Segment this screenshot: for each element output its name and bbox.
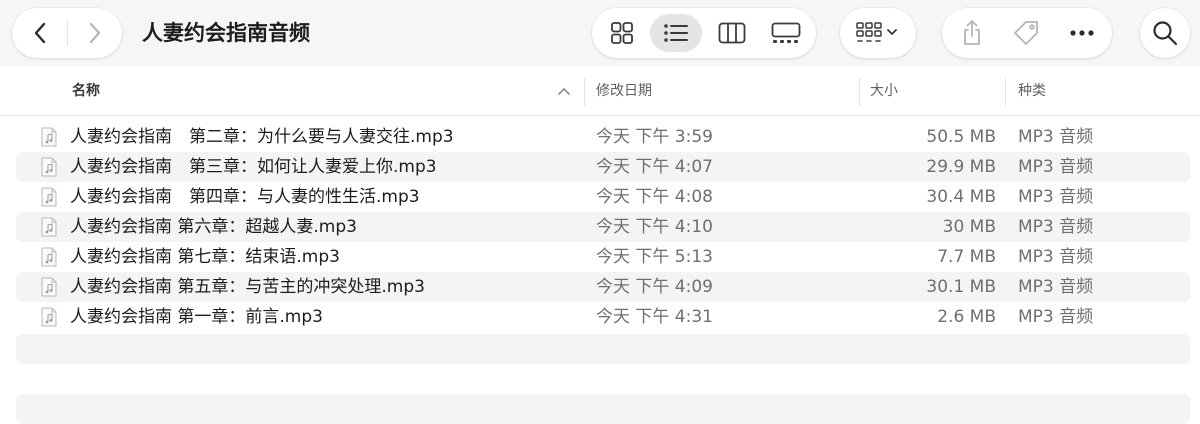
file-row[interactable]: 人妻约会指南 第四章：与人妻的性生活.mp3 今天 下午 4:08 30.4 M… [16, 182, 1190, 212]
tag-icon [1014, 21, 1038, 45]
column-date-header[interactable]: 修改日期 [596, 66, 846, 116]
navigation-controls [12, 8, 122, 58]
column-divider[interactable] [1005, 78, 1006, 106]
action-controls [942, 8, 1112, 58]
more-button[interactable] [1054, 8, 1110, 58]
list-view-button[interactable] [650, 14, 702, 52]
audio-file-icon [41, 247, 57, 267]
file-date: 今天 下午 4:10 [596, 217, 713, 237]
file-name: 人妻约会指南 第一章：前言.mp3 [70, 307, 323, 327]
file-size: 50.5 MB [926, 127, 996, 147]
sort-ascending-icon[interactable] [556, 84, 572, 98]
column-view-button[interactable] [706, 14, 758, 52]
column-name-header[interactable]: 名称 [72, 66, 572, 116]
toolbar: 人妻约会指南音频 [0, 0, 1200, 66]
finder-window: 人妻约会指南音频 名称 修改日期 大小 种类 人妻约会指南 第二章：为什么要与人… [0, 0, 1200, 424]
file-row[interactable]: 人妻约会指南 第七章：结束语.mp3 今天 下午 5:13 7.7 MB MP3… [16, 242, 1190, 272]
gallery-view-icon [771, 22, 801, 43]
file-name: 人妻约会指南 第四章：与人妻的性生活.mp3 [70, 187, 420, 207]
audio-file-icon [41, 307, 57, 327]
file-row[interactable]: 人妻约会指南 第三章：如何让人妻爱上你.mp3 今天 下午 4:07 29.9 … [16, 152, 1190, 182]
file-row[interactable]: 人妻约会指南 第二章：为什么要与人妻交往.mp3 今天 下午 3:59 50.5… [16, 122, 1190, 152]
file-size: 30.4 MB [926, 187, 996, 207]
file-name: 人妻约会指南 第七章：结束语.mp3 [70, 247, 340, 267]
file-kind: MP3 音频 [1018, 247, 1094, 267]
column-divider[interactable] [859, 78, 860, 106]
column-header: 名称 修改日期 大小 种类 [0, 66, 1200, 116]
file-name: 人妻约会指南 第二章：为什么要与人妻交往.mp3 [70, 127, 454, 147]
search-icon [1153, 21, 1178, 46]
list-view-icon [664, 24, 688, 42]
file-date: 今天 下午 4:09 [596, 277, 713, 297]
tag-button[interactable] [998, 8, 1054, 58]
search-control [1140, 8, 1190, 58]
file-name: 人妻约会指南 第五章：与苦主的冲突处理.mp3 [70, 277, 425, 297]
file-name: 人妻约会指南 第三章：如何让人妻爱上你.mp3 [70, 157, 437, 177]
audio-file-icon [41, 127, 57, 147]
file-date: 今天 下午 5:13 [596, 247, 713, 267]
icon-view-button[interactable] [596, 14, 648, 52]
file-date: 今天 下午 4:31 [596, 307, 713, 327]
forward-button[interactable] [67, 8, 122, 58]
file-row[interactable]: 人妻约会指南 第五章：与苦主的冲突处理.mp3 今天 下午 4:09 30.1 … [16, 272, 1190, 302]
grid-view-icon [611, 22, 633, 44]
window-title: 人妻约会指南音频 [142, 21, 310, 45]
file-date: 今天 下午 4:07 [596, 157, 713, 177]
view-switcher [592, 8, 816, 58]
file-kind: MP3 音频 [1018, 127, 1094, 147]
chevron-left-icon [34, 22, 45, 44]
file-size: 7.7 MB [937, 247, 996, 267]
audio-file-icon [41, 277, 57, 297]
column-size-header[interactable]: 大小 [870, 66, 1000, 116]
audio-file-icon [41, 157, 57, 177]
file-kind: MP3 音频 [1018, 217, 1094, 237]
chevron-right-icon [89, 22, 100, 44]
share-icon [964, 20, 980, 45]
empty-list-row [16, 394, 1190, 424]
file-kind: MP3 音频 [1018, 307, 1094, 327]
share-button[interactable] [944, 8, 1000, 58]
group-by-icon [856, 22, 897, 42]
file-size: 30 MB [942, 217, 996, 237]
gallery-view-button[interactable] [760, 14, 812, 52]
audio-file-icon [41, 187, 57, 207]
column-kind-header[interactable]: 种类 [1018, 66, 1178, 116]
file-kind: MP3 音频 [1018, 157, 1094, 177]
file-date: 今天 下午 4:08 [596, 187, 713, 207]
file-row[interactable]: 人妻约会指南 第一章：前言.mp3 今天 下午 4:31 2.6 MB MP3 … [16, 302, 1190, 332]
file-row[interactable]: 人妻约会指南 第六章：超越人妻.mp3 今天 下午 4:10 30 MB MP3… [16, 212, 1190, 242]
column-view-icon [718, 22, 746, 44]
file-kind: MP3 音频 [1018, 277, 1094, 297]
file-name: 人妻约会指南 第六章：超越人妻.mp3 [70, 217, 357, 237]
group-by-button[interactable] [840, 8, 916, 58]
file-size: 2.6 MB [937, 307, 996, 327]
more-icon [1070, 30, 1094, 36]
audio-file-icon [41, 217, 57, 237]
file-kind: MP3 音频 [1018, 187, 1094, 207]
empty-list-row [16, 334, 1190, 364]
search-button[interactable] [1140, 8, 1190, 58]
file-size: 29.9 MB [926, 157, 996, 177]
group-by-control [840, 8, 916, 58]
file-size: 30.1 MB [926, 277, 996, 297]
file-date: 今天 下午 3:59 [596, 127, 713, 147]
column-divider[interactable] [584, 78, 585, 106]
back-button[interactable] [12, 8, 67, 58]
